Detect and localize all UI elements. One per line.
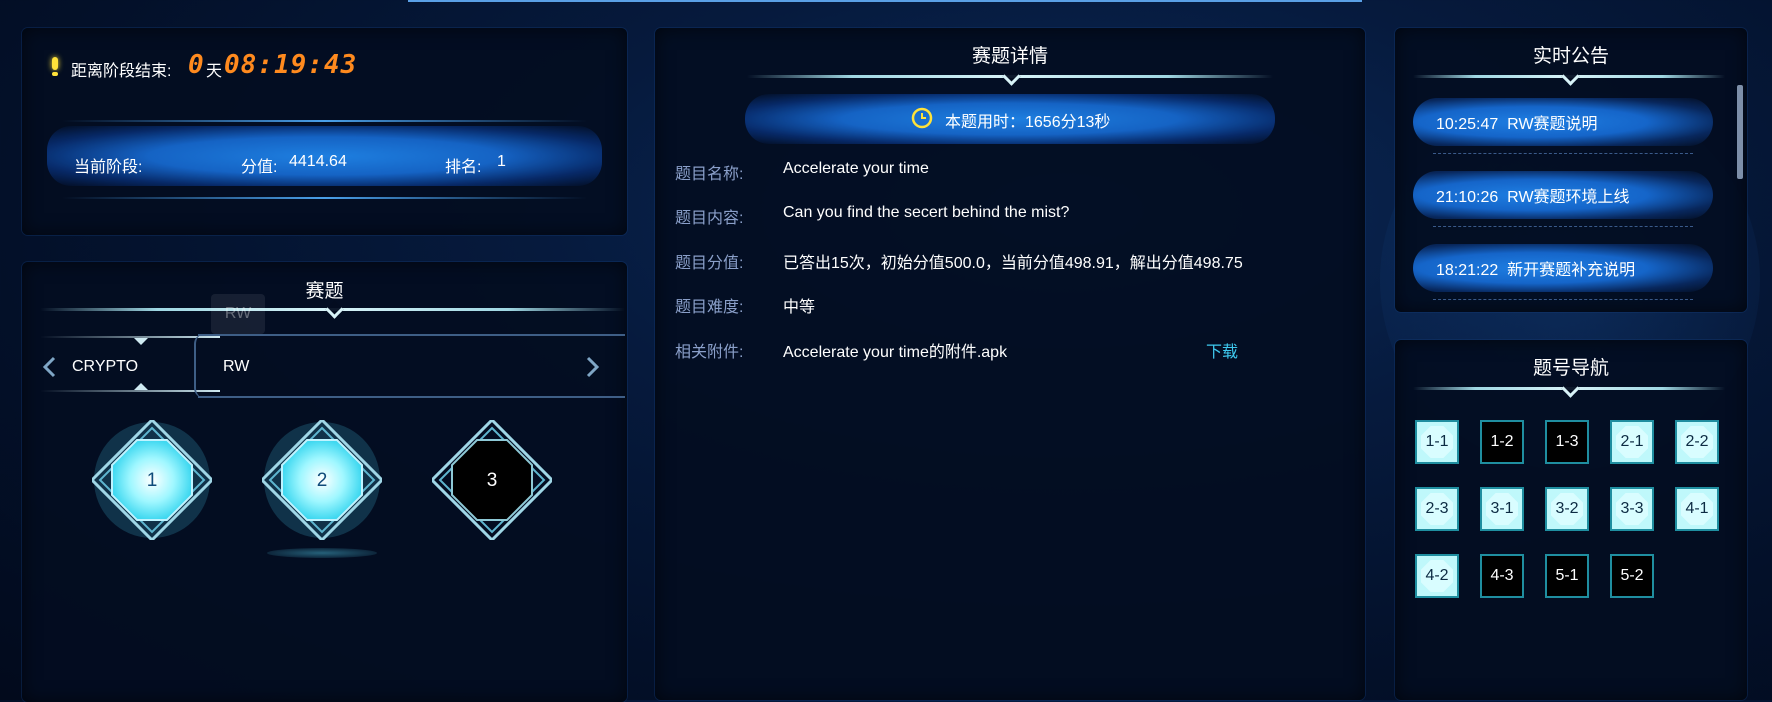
announcement-time-3: 18:21:22 新开赛题补充说明 (1436, 262, 1636, 279)
countdown-label: 距离阶段结束: (71, 63, 172, 80)
challenges-title: 赛题 (305, 281, 344, 302)
tab-rw[interactable]: RW (223, 358, 249, 376)
chevron-right-icon[interactable] (586, 356, 600, 378)
nav-item-1-2[interactable]: 1-2 (1480, 420, 1524, 464)
field-label-name: 题目名称: (675, 166, 744, 183)
nav-item-label: 4-3 (1490, 567, 1514, 584)
announcement-text-3: 新开赛题补充说明 (1507, 262, 1636, 279)
field-value-attachment: Accelerate your time的附件.apk (783, 344, 1008, 361)
announcement-item-3[interactable]: 18:21:22 新开赛题补充说明 (1413, 234, 1713, 300)
rank-label: 排名: (445, 159, 482, 176)
nav-title-divider (1413, 379, 1725, 398)
nav-item-2-3[interactable]: 2-3 (1415, 487, 1459, 531)
nav-item-5-1[interactable]: 5-1 (1545, 554, 1589, 598)
tab-rail-notch-bottom (134, 383, 148, 390)
nav-item-2-1[interactable]: 2-1 (1610, 420, 1654, 464)
nav-item-label: 4-2 (1425, 567, 1449, 584)
chevron-left-icon[interactable] (42, 356, 56, 378)
challenge-item-3[interactable]: 3 (429, 417, 555, 543)
field-value-score: 已答出15次，初始分值500.0，当前分值498.91，解出分值498.75 (783, 255, 1243, 272)
nav-item-label: 2-3 (1425, 500, 1449, 517)
nav-item-label: 4-1 (1685, 500, 1709, 517)
challenges-title-divider (40, 300, 625, 319)
announcement-scrollbar[interactable] (1737, 85, 1743, 179)
nav-item-1-1[interactable]: 1-1 (1415, 420, 1459, 464)
detail-title: 赛题详情 (971, 46, 1048, 67)
announcement-list: 10:25:47 RW赛题说明 21:10:26 RW赛题环境上线 18:21:… (1413, 88, 1715, 312)
field-label-difficulty: 题目难度: (675, 299, 744, 316)
tab-active-frame (194, 334, 627, 398)
field-value-name: Accelerate your time (783, 160, 929, 177)
warning-icon (52, 57, 58, 76)
challenge-label-1: 1 (146, 470, 158, 491)
field-value-difficulty: 中等 (783, 299, 816, 316)
challenge-item-2[interactable]: 2 (259, 417, 385, 543)
nav-title: 题号导航 (1532, 358, 1609, 379)
challenges-panel: 赛题 RW CRYPTO RW 1 2 3 (22, 262, 627, 702)
nav-item-label: 2-1 (1620, 433, 1644, 450)
detail-panel: 赛题详情 本题用时：1656分13秒 题目名称: Accelerate your… (655, 28, 1365, 700)
nav-item-label: 1-1 (1425, 433, 1449, 450)
announcements-panel: 实时公告 10:25:47 RW赛题说明 21:10:26 RW赛题环境上线 1… (1395, 28, 1747, 312)
tab-rail-notch (134, 338, 148, 345)
challenge-2-shadow (267, 548, 377, 558)
nav-item-label: 3-3 (1620, 500, 1644, 517)
field-label-attachment: 相关附件: (675, 344, 744, 361)
tab-rail-top (40, 336, 220, 338)
time-used: 本题用时：1656分13秒 (945, 114, 1111, 131)
score-label: 分值: (241, 159, 278, 176)
announcement-time-1: 10:25:47 RW赛题说明 (1436, 116, 1598, 133)
announcement-text-2: RW赛题环境上线 (1507, 189, 1630, 206)
rank-value: 1 (497, 153, 506, 170)
nav-grid: 1-1 1-2 1-3 2-1 2-2 2-3 3-1 3-2 3-3 4-1 4-2 4-3 5-1 5… (1415, 420, 1735, 620)
announcement-text-1: RW赛题说明 (1507, 116, 1598, 133)
nav-item-label: 1-2 (1490, 433, 1514, 450)
stage-top-line (62, 120, 587, 122)
field-value-content: Can you find the secert behind the mist? (783, 204, 1070, 221)
top-accent-line (408, 0, 1362, 2)
countdown-time: 08:19:43 (224, 50, 358, 80)
current-stage-label: 当前阶段: (74, 159, 143, 176)
announcement-item-1[interactable]: 10:25:47 RW赛题说明 (1413, 88, 1713, 154)
challenge-label-3: 3 (486, 470, 498, 491)
countdown-day-unit: 天 (206, 63, 223, 80)
nav-item-4-1[interactable]: 4-1 (1675, 487, 1719, 531)
download-link[interactable]: 下载 (1206, 338, 1238, 362)
nav-item-label: 3-2 (1555, 500, 1579, 517)
challenge-item-1[interactable]: 1 (89, 417, 215, 543)
nav-item-label: 5-2 (1620, 567, 1644, 584)
nav-item-label: 1-3 (1555, 433, 1579, 450)
challenge-label-2: 2 (316, 470, 328, 491)
nav-item-1-3[interactable]: 1-3 (1545, 420, 1589, 464)
nav-item-label: 3-1 (1490, 500, 1514, 517)
nav-item-3-3[interactable]: 3-3 (1610, 487, 1654, 531)
nav-item-2-2[interactable]: 2-2 (1675, 420, 1719, 464)
announcements-title: 实时公告 (1532, 46, 1609, 67)
clock-icon (911, 107, 933, 129)
tab-crypto[interactable]: CRYPTO (72, 358, 138, 376)
stage-bottom-line (62, 197, 587, 199)
nav-item-label: 2-2 (1685, 433, 1709, 450)
field-label-score: 题目分值: (675, 255, 744, 272)
nav-item-3-2[interactable]: 3-2 (1545, 487, 1589, 531)
announcement-time-2: 21:10:26 RW赛题环境上线 (1436, 189, 1630, 206)
nav-item-3-1[interactable]: 3-1 (1480, 487, 1524, 531)
detail-title-divider (747, 67, 1273, 86)
score-value: 4414.64 (289, 153, 347, 170)
announcements-title-divider (1413, 67, 1725, 86)
nav-item-label: 5-1 (1555, 567, 1579, 584)
tab-tooltip: RW (211, 294, 265, 334)
field-label-content: 题目内容: (675, 210, 744, 227)
nav-item-4-2[interactable]: 4-2 (1415, 554, 1459, 598)
countdown-panel: 距离阶段结束: 0 天 08:19:43 当前阶段: 分值: 4414.64 排… (22, 28, 627, 235)
tab-rail-bottom (40, 390, 220, 392)
nav-item-5-2[interactable]: 5-2 (1610, 554, 1654, 598)
announcement-item-2[interactable]: 21:10:26 RW赛题环境上线 (1413, 161, 1713, 227)
nav-panel: 题号导航 1-1 1-2 1-3 2-1 2-2 2-3 3-1 3-2 3-3 4-1 4-2 4-… (1395, 340, 1747, 700)
countdown-days: 0 (188, 50, 205, 80)
nav-item-4-3[interactable]: 4-3 (1480, 554, 1524, 598)
